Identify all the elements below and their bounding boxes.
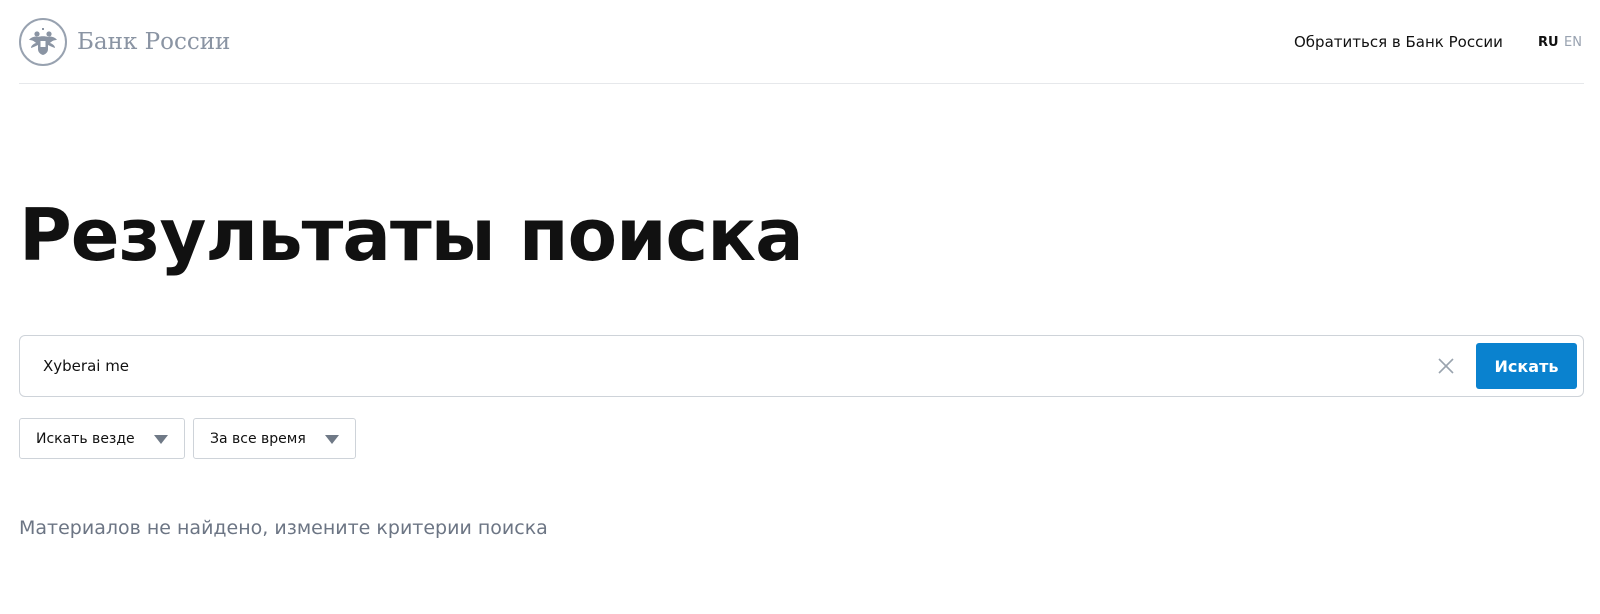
logo-link[interactable]: Банк России bbox=[19, 18, 230, 66]
time-period-dropdown[interactable]: За все время bbox=[193, 418, 356, 459]
search-button[interactable]: Искать bbox=[1476, 343, 1577, 389]
site-header: Банк России Обратиться в Банк России RU … bbox=[19, 0, 1584, 84]
no-results-message: Материалов не найдено, измените критерии… bbox=[19, 517, 548, 539]
double-headed-eagle-icon bbox=[19, 18, 67, 66]
logo-text: Банк России bbox=[77, 29, 231, 55]
triangle-down-icon bbox=[154, 435, 168, 444]
contact-bank-link[interactable]: Обратиться в Банк России bbox=[1294, 33, 1503, 51]
time-period-label: За все время bbox=[210, 430, 306, 447]
search-box: Искать bbox=[19, 335, 1584, 397]
search-scope-label: Искать везде bbox=[36, 430, 135, 447]
search-scope-dropdown[interactable]: Искать везде bbox=[19, 418, 185, 459]
triangle-down-icon bbox=[325, 435, 339, 444]
lang-ru-link[interactable]: RU bbox=[1538, 35, 1559, 50]
lang-en-link[interactable]: EN bbox=[1564, 35, 1582, 50]
search-input[interactable] bbox=[21, 337, 1421, 395]
close-icon[interactable] bbox=[1432, 352, 1460, 380]
page-title: Результаты поиска bbox=[19, 193, 804, 277]
